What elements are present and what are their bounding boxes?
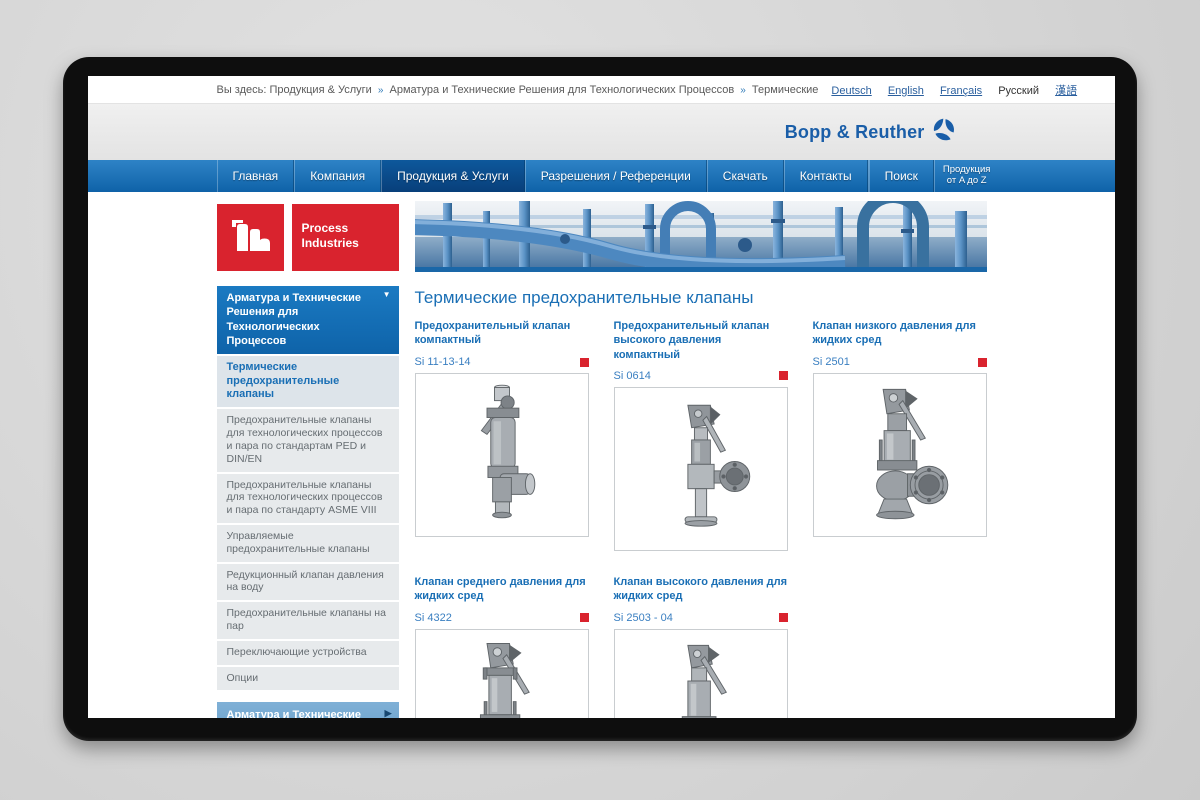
nav-tab-home[interactable]: Главная bbox=[217, 160, 295, 192]
product-image-box[interactable] bbox=[415, 629, 589, 718]
product-code[interactable]: Si 0614 bbox=[614, 370, 651, 382]
product-card: Предохранительный клапан компактный Si 1… bbox=[415, 319, 589, 551]
valve-image bbox=[442, 380, 562, 530]
breadcrumb-current: Термические bbox=[752, 84, 818, 96]
logo-text: Bopp & Reuther bbox=[785, 122, 925, 143]
top-bar: Вы здесь: Продукция & Услуги » Арматура … bbox=[88, 76, 1115, 104]
valve-image bbox=[641, 394, 761, 544]
lang-link-francais[interactable]: Français bbox=[940, 85, 982, 97]
product-image-box[interactable] bbox=[614, 387, 788, 551]
product-card: Клапан высокого давления для жидких сред… bbox=[614, 575, 788, 718]
lang-link-chinese[interactable]: 漢語 bbox=[1055, 85, 1077, 97]
site-header: Bopp & Reuther bbox=[88, 104, 1115, 160]
sidebar-item-steam-safety-valves[interactable]: Предохранительные клапаны на пар bbox=[217, 600, 399, 639]
category-tile-label[interactable]: Process Industries bbox=[292, 204, 399, 271]
product-card: Клапан низкого давления для жидких сред … bbox=[813, 319, 987, 551]
category-tile-icon[interactable] bbox=[217, 204, 284, 271]
product-image-box[interactable] bbox=[813, 373, 987, 537]
nav-tab-search[interactable]: Поиск bbox=[869, 160, 934, 192]
page-body: Process Industries Арматура и Технически… bbox=[88, 192, 1115, 718]
process-tanks-icon bbox=[228, 215, 272, 260]
product-code[interactable]: Si 11-13-14 bbox=[415, 356, 471, 368]
product-code[interactable]: Si 2501 bbox=[813, 356, 850, 368]
product-title[interactable]: Предохранительный клапан компактный bbox=[415, 319, 589, 348]
sidebar-item-changeover-devices[interactable]: Переключающие устройства bbox=[217, 639, 399, 665]
breadcrumb-separator: » bbox=[378, 85, 384, 96]
sidebar-section-title: Арматура и Технические Решения для Тепло… bbox=[227, 709, 362, 718]
nav-tab-products-services[interactable]: Продукция & Услуги bbox=[381, 160, 525, 192]
nav-tab-company[interactable]: Компания bbox=[294, 160, 381, 192]
lang-link-english[interactable]: English bbox=[888, 85, 924, 97]
chevron-down-icon: ▼ bbox=[383, 290, 391, 300]
az-label-line2: от A до Z bbox=[943, 175, 991, 186]
breadcrumb-link-valves[interactable]: Арматура и Технические Решения для Техно… bbox=[390, 84, 735, 96]
red-marker bbox=[779, 371, 788, 380]
nav-tab-approvals-references[interactable]: Разрешения / Референции bbox=[525, 160, 707, 192]
lang-current-russian: Русский bbox=[998, 85, 1039, 97]
product-title[interactable]: Клапан высокого давления для жидких сред bbox=[614, 575, 788, 604]
red-marker bbox=[580, 613, 589, 622]
chevron-right-icon: ▶ bbox=[385, 708, 392, 718]
page-title: Термические предохранительные клапаны bbox=[415, 288, 987, 308]
product-code[interactable]: Si 2503 - 04 bbox=[614, 612, 673, 624]
valve-image bbox=[840, 380, 960, 530]
valve-image bbox=[641, 636, 761, 718]
language-switcher: Deutsch English Français Русский 漢語 bbox=[818, 82, 1077, 98]
product-image-box[interactable] bbox=[614, 629, 788, 718]
product-title[interactable]: Клапан среднего давления для жидких сред bbox=[415, 575, 589, 604]
sidebar-item-controlled-safety-valves[interactable]: Управляемые предохранительные клапаны bbox=[217, 523, 399, 562]
sidebar-section-thermal-power[interactable]: Арматура и Технические Решения для Тепло… bbox=[217, 702, 399, 718]
breadcrumb-separator: » bbox=[740, 85, 746, 96]
logo-trefoil-icon bbox=[931, 117, 957, 148]
red-marker bbox=[978, 358, 987, 367]
lang-link-deutsch[interactable]: Deutsch bbox=[831, 85, 871, 97]
company-logo[interactable]: Bopp & Reuther bbox=[785, 117, 957, 148]
nav-tab-products-a-z[interactable]: Продукция от A до Z bbox=[934, 160, 999, 192]
main-content: Термические предохранительные клапаны Пр… bbox=[415, 201, 987, 718]
product-grid: Предохранительный клапан компактный Si 1… bbox=[415, 319, 987, 718]
red-marker bbox=[779, 613, 788, 622]
main-navigation: Главная Компания Продукция & Услуги Разр… bbox=[88, 160, 1115, 192]
breadcrumb: Вы здесь: Продукция & Услуги » Арматура … bbox=[217, 84, 819, 96]
nav-tab-download[interactable]: Скачать bbox=[707, 160, 784, 192]
category-tiles: Process Industries bbox=[217, 204, 399, 271]
sidebar-section-title: Арматура и Технические Решения для Техно… bbox=[227, 292, 362, 347]
breadcrumb-prefix: Вы здесь: bbox=[217, 84, 267, 96]
product-image-box[interactable] bbox=[415, 373, 589, 537]
sidebar-item-options[interactable]: Опции bbox=[217, 665, 399, 691]
product-card: Клапан среднего давления для жидких сред… bbox=[415, 575, 589, 718]
product-title[interactable]: Предохранительный клапан высокого давлен… bbox=[614, 319, 788, 362]
az-label-line1: Продукция bbox=[943, 164, 991, 175]
sidebar-section-process-industries[interactable]: Арматура и Технические Решения для Техно… bbox=[217, 286, 399, 354]
sidebar-item-thermal-safety-valves[interactable]: Термические предохранительные клапаны bbox=[217, 354, 399, 407]
sidebar: Process Industries Арматура и Технически… bbox=[217, 201, 399, 718]
sidebar-item-safety-valves-ped-dinen[interactable]: Предохранительные клапаны для технологич… bbox=[217, 407, 399, 471]
red-marker bbox=[580, 358, 589, 367]
nav-tab-contacts[interactable]: Контакты bbox=[784, 160, 868, 192]
valve-image bbox=[442, 636, 562, 718]
product-title[interactable]: Клапан низкого давления для жидких сред bbox=[813, 319, 987, 348]
breadcrumb-link-products[interactable]: Продукция & Услуги bbox=[270, 84, 372, 96]
product-code[interactable]: Si 4322 bbox=[415, 612, 452, 624]
product-card: Предохранительный клапан высокого давлен… bbox=[614, 319, 788, 551]
sidebar-item-pressure-reducing-valve[interactable]: Редукционный клапан давления на воду bbox=[217, 562, 399, 601]
header-banner-image bbox=[415, 201, 987, 272]
browser-viewport: Вы здесь: Продукция & Услуги » Арматура … bbox=[88, 76, 1115, 718]
sidebar-item-safety-valves-asme[interactable]: Предохранительные клапаны для технологич… bbox=[217, 472, 399, 523]
